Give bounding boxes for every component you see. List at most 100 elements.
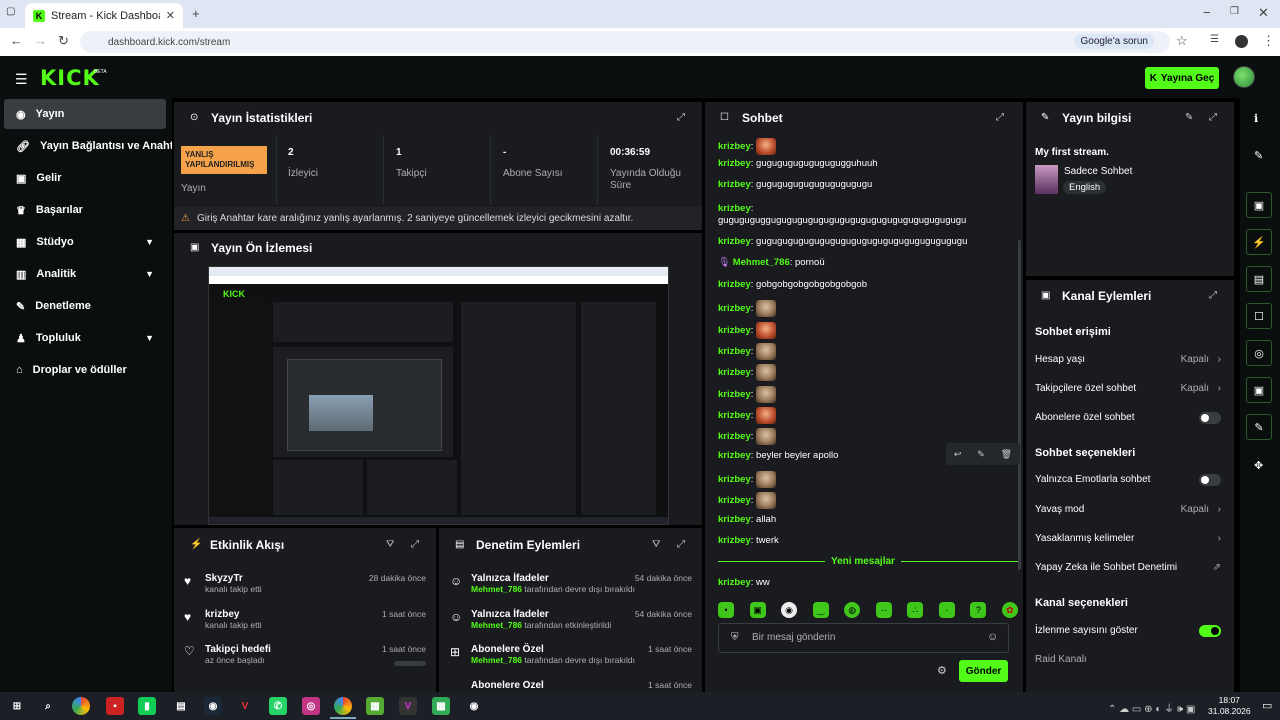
sidebar-item-drops[interactable]: ⌂ Droplar ve ödüller xyxy=(4,355,166,385)
chat-message[interactable]: krizbey: guguguguggugugugugugugugugugugu… xyxy=(718,203,1018,227)
reload-icon[interactable]: ↻ xyxy=(58,33,69,49)
chat-username[interactable]: krizbey xyxy=(718,410,751,421)
chat-message[interactable]: 🎙︎ Mehmet_786: pornoü xyxy=(718,257,1018,269)
chat-message[interactable]: krizbey: xyxy=(718,364,1018,381)
chat-username[interactable]: krizbey xyxy=(718,203,751,214)
chat-emote[interactable] xyxy=(756,386,777,403)
chat-username[interactable]: krizbey xyxy=(718,325,751,336)
forward-icon[interactable]: → xyxy=(34,33,47,48)
settings-gear-icon[interactable]: ⚙ xyxy=(937,664,947,677)
search-icon[interactable]: ⌕ xyxy=(39,697,57,715)
chat-message[interactable]: krizbey: gobgobgobgobgobgobgob xyxy=(718,279,1018,291)
chat-message[interactable]: krizbey: xyxy=(718,407,1018,424)
back-icon[interactable]: ← xyxy=(10,33,23,48)
google-ask-button[interactable]: Google'a sorun xyxy=(1074,34,1154,49)
chat-username[interactable]: krizbey xyxy=(718,535,751,546)
emoji-icon[interactable]: ☺ xyxy=(987,631,998,643)
chat-username[interactable]: krizbey xyxy=(718,389,751,400)
obs-icon[interactable]: ◉ xyxy=(465,697,483,715)
chat-emote[interactable] xyxy=(756,138,777,155)
emote-icon[interactable]: ? xyxy=(970,602,987,618)
chat-username[interactable]: krizbey xyxy=(718,279,751,290)
chat-emote[interactable] xyxy=(756,364,777,381)
stream-preview-video[interactable]: KICK xyxy=(208,266,669,525)
emote-icon[interactable]: • xyxy=(718,602,734,618)
chat-username[interactable]: krizbey xyxy=(718,495,751,506)
chat-username[interactable]: krizbey xyxy=(718,367,751,378)
slow-mode-row[interactable]: Yavaş mod Kapalı › xyxy=(1035,504,1225,515)
moderation-user[interactable]: Mehmet_786 xyxy=(471,620,522,630)
puzzle-icon[interactable]: ✥ xyxy=(1254,459,1263,472)
video-icon[interactable]: ▣ xyxy=(1246,192,1272,218)
expand-icon[interactable]: ⤢ xyxy=(1209,112,1217,123)
chat-message[interactable]: krizbey: allah xyxy=(718,514,1018,526)
tray-icons[interactable]: ⌃ ☁ ▭ ⊕ ◐ ⏚ 🕪︎ ▣ xyxy=(1108,700,1195,715)
channel-icon[interactable]: ▣ xyxy=(1246,377,1272,403)
chat-username[interactable]: krizbey xyxy=(718,158,751,169)
moderation-user[interactable]: Mehmet_786 xyxy=(471,584,522,594)
profile-icon[interactable] xyxy=(1235,35,1248,48)
show-viewers-toggle[interactable] xyxy=(1199,625,1221,637)
chat-username[interactable]: krizbey xyxy=(718,236,751,247)
sidebar-item-community[interactable]: ♟ Topluluk ▼ xyxy=(4,323,166,353)
edit-icon[interactable]: ✎ xyxy=(1254,149,1263,162)
emote-icon[interactable]: ·· xyxy=(875,602,892,618)
clock[interactable]: 18:07 31.08.2026 xyxy=(1208,695,1251,717)
browser-menu-icon[interactable]: ⋮ xyxy=(1262,33,1275,49)
file-explorer-icon[interactable]: ▤ xyxy=(172,697,190,715)
edit-icon[interactable]: ✎ xyxy=(1185,112,1193,123)
reply-icon[interactable]: ↩ xyxy=(954,449,962,460)
url-input[interactable]: dashboard.kick.com/stream Google'a sorun xyxy=(80,31,1170,53)
account-age-row[interactable]: Hesap yaşı Kapalı › xyxy=(1035,354,1225,365)
chat-message[interactable]: krizbey: xyxy=(718,322,1018,339)
send-button[interactable]: Gönder xyxy=(959,660,1008,682)
chat-icon[interactable]: ☐ xyxy=(1246,303,1272,329)
whatsapp-icon[interactable]: ✆ xyxy=(269,697,287,715)
emote-icon[interactable]: ✿ xyxy=(1001,602,1018,618)
chat-message[interactable]: krizbey: xyxy=(718,386,1018,403)
maximize-icon[interactable]: ❐ xyxy=(1230,6,1239,17)
moderation-user[interactable]: Mehmet_786 xyxy=(471,655,522,665)
expand-icon[interactable]: ⤢ xyxy=(677,112,685,123)
emote-icon[interactable]: ◉ xyxy=(781,602,798,618)
chrome-active-icon[interactable] xyxy=(334,697,352,715)
sidebar-item-stream[interactable]: ◉ Yayın xyxy=(4,99,166,129)
close-tab-icon[interactable]: ✕ xyxy=(166,9,175,22)
chat-username[interactable]: krizbey xyxy=(718,450,751,461)
chat-message[interactable]: krizbey: xyxy=(718,492,1018,509)
chat-username[interactable]: krizbey xyxy=(718,303,751,314)
list-icon[interactable]: ▤ xyxy=(1246,266,1272,292)
chat-message[interactable]: krizbey: gugugugugugugugugugugugugugugug… xyxy=(718,236,1018,248)
info-icon[interactable]: ℹ xyxy=(1254,112,1258,125)
sidebar-item-achievements[interactable]: ♛ Başarılar xyxy=(4,195,166,225)
chat-message[interactable]: krizbey: xyxy=(718,343,1018,360)
go-live-button[interactable]: K Yayına Geç xyxy=(1145,67,1219,89)
app-icon[interactable]: V xyxy=(399,697,417,715)
subs-only-toggle[interactable] xyxy=(1199,412,1221,424)
windows-start-icon[interactable]: ⊞ xyxy=(8,697,26,715)
sidebar-item-revenue[interactable]: ▣ Gelir xyxy=(4,163,166,193)
delete-icon[interactable]: 🗑︎ xyxy=(1001,449,1012,460)
tab-search-icon[interactable]: ▢ xyxy=(6,6,15,17)
instagram-icon[interactable]: ◎ xyxy=(302,697,320,715)
chat-message[interactable]: krizbey: xyxy=(718,471,1018,488)
valorant-icon[interactable]: V xyxy=(236,697,254,715)
chat-username[interactable]: krizbey xyxy=(718,141,751,152)
lightning-icon[interactable]: ⚡ xyxy=(1246,229,1272,255)
sidebar-item-stream-key[interactable]: 🔗︎ Yayın Bağlantısı ve Anahtarı xyxy=(4,131,172,161)
chat-username[interactable]: krizbey xyxy=(718,346,751,357)
minecraft-icon[interactable]: ▦ xyxy=(366,697,384,715)
filter-icon[interactable]: ⛛ xyxy=(652,539,660,550)
emote-icon[interactable]: ▣ xyxy=(749,602,766,618)
chat-message[interactable]: krizbey: xyxy=(718,138,1018,155)
chat-emote[interactable] xyxy=(756,300,777,317)
wrench-icon[interactable]: ✎ xyxy=(1246,414,1272,440)
hamburger-menu-icon[interactable]: ☰ xyxy=(15,71,28,88)
expand-icon[interactable]: ⤢ xyxy=(996,112,1004,123)
bookmark-star-icon[interactable]: ☆ xyxy=(1176,33,1188,49)
chat-message[interactable]: krizbey: xyxy=(718,300,1018,317)
chat-message[interactable]: krizbey: gugugugugugugugugugugu xyxy=(718,179,1018,191)
chat-emote[interactable] xyxy=(756,322,777,339)
sidebar-item-studio[interactable]: ▦ Stüdyo ▼ xyxy=(4,227,166,257)
minecraft-icon[interactable]: ▦ xyxy=(432,697,450,715)
